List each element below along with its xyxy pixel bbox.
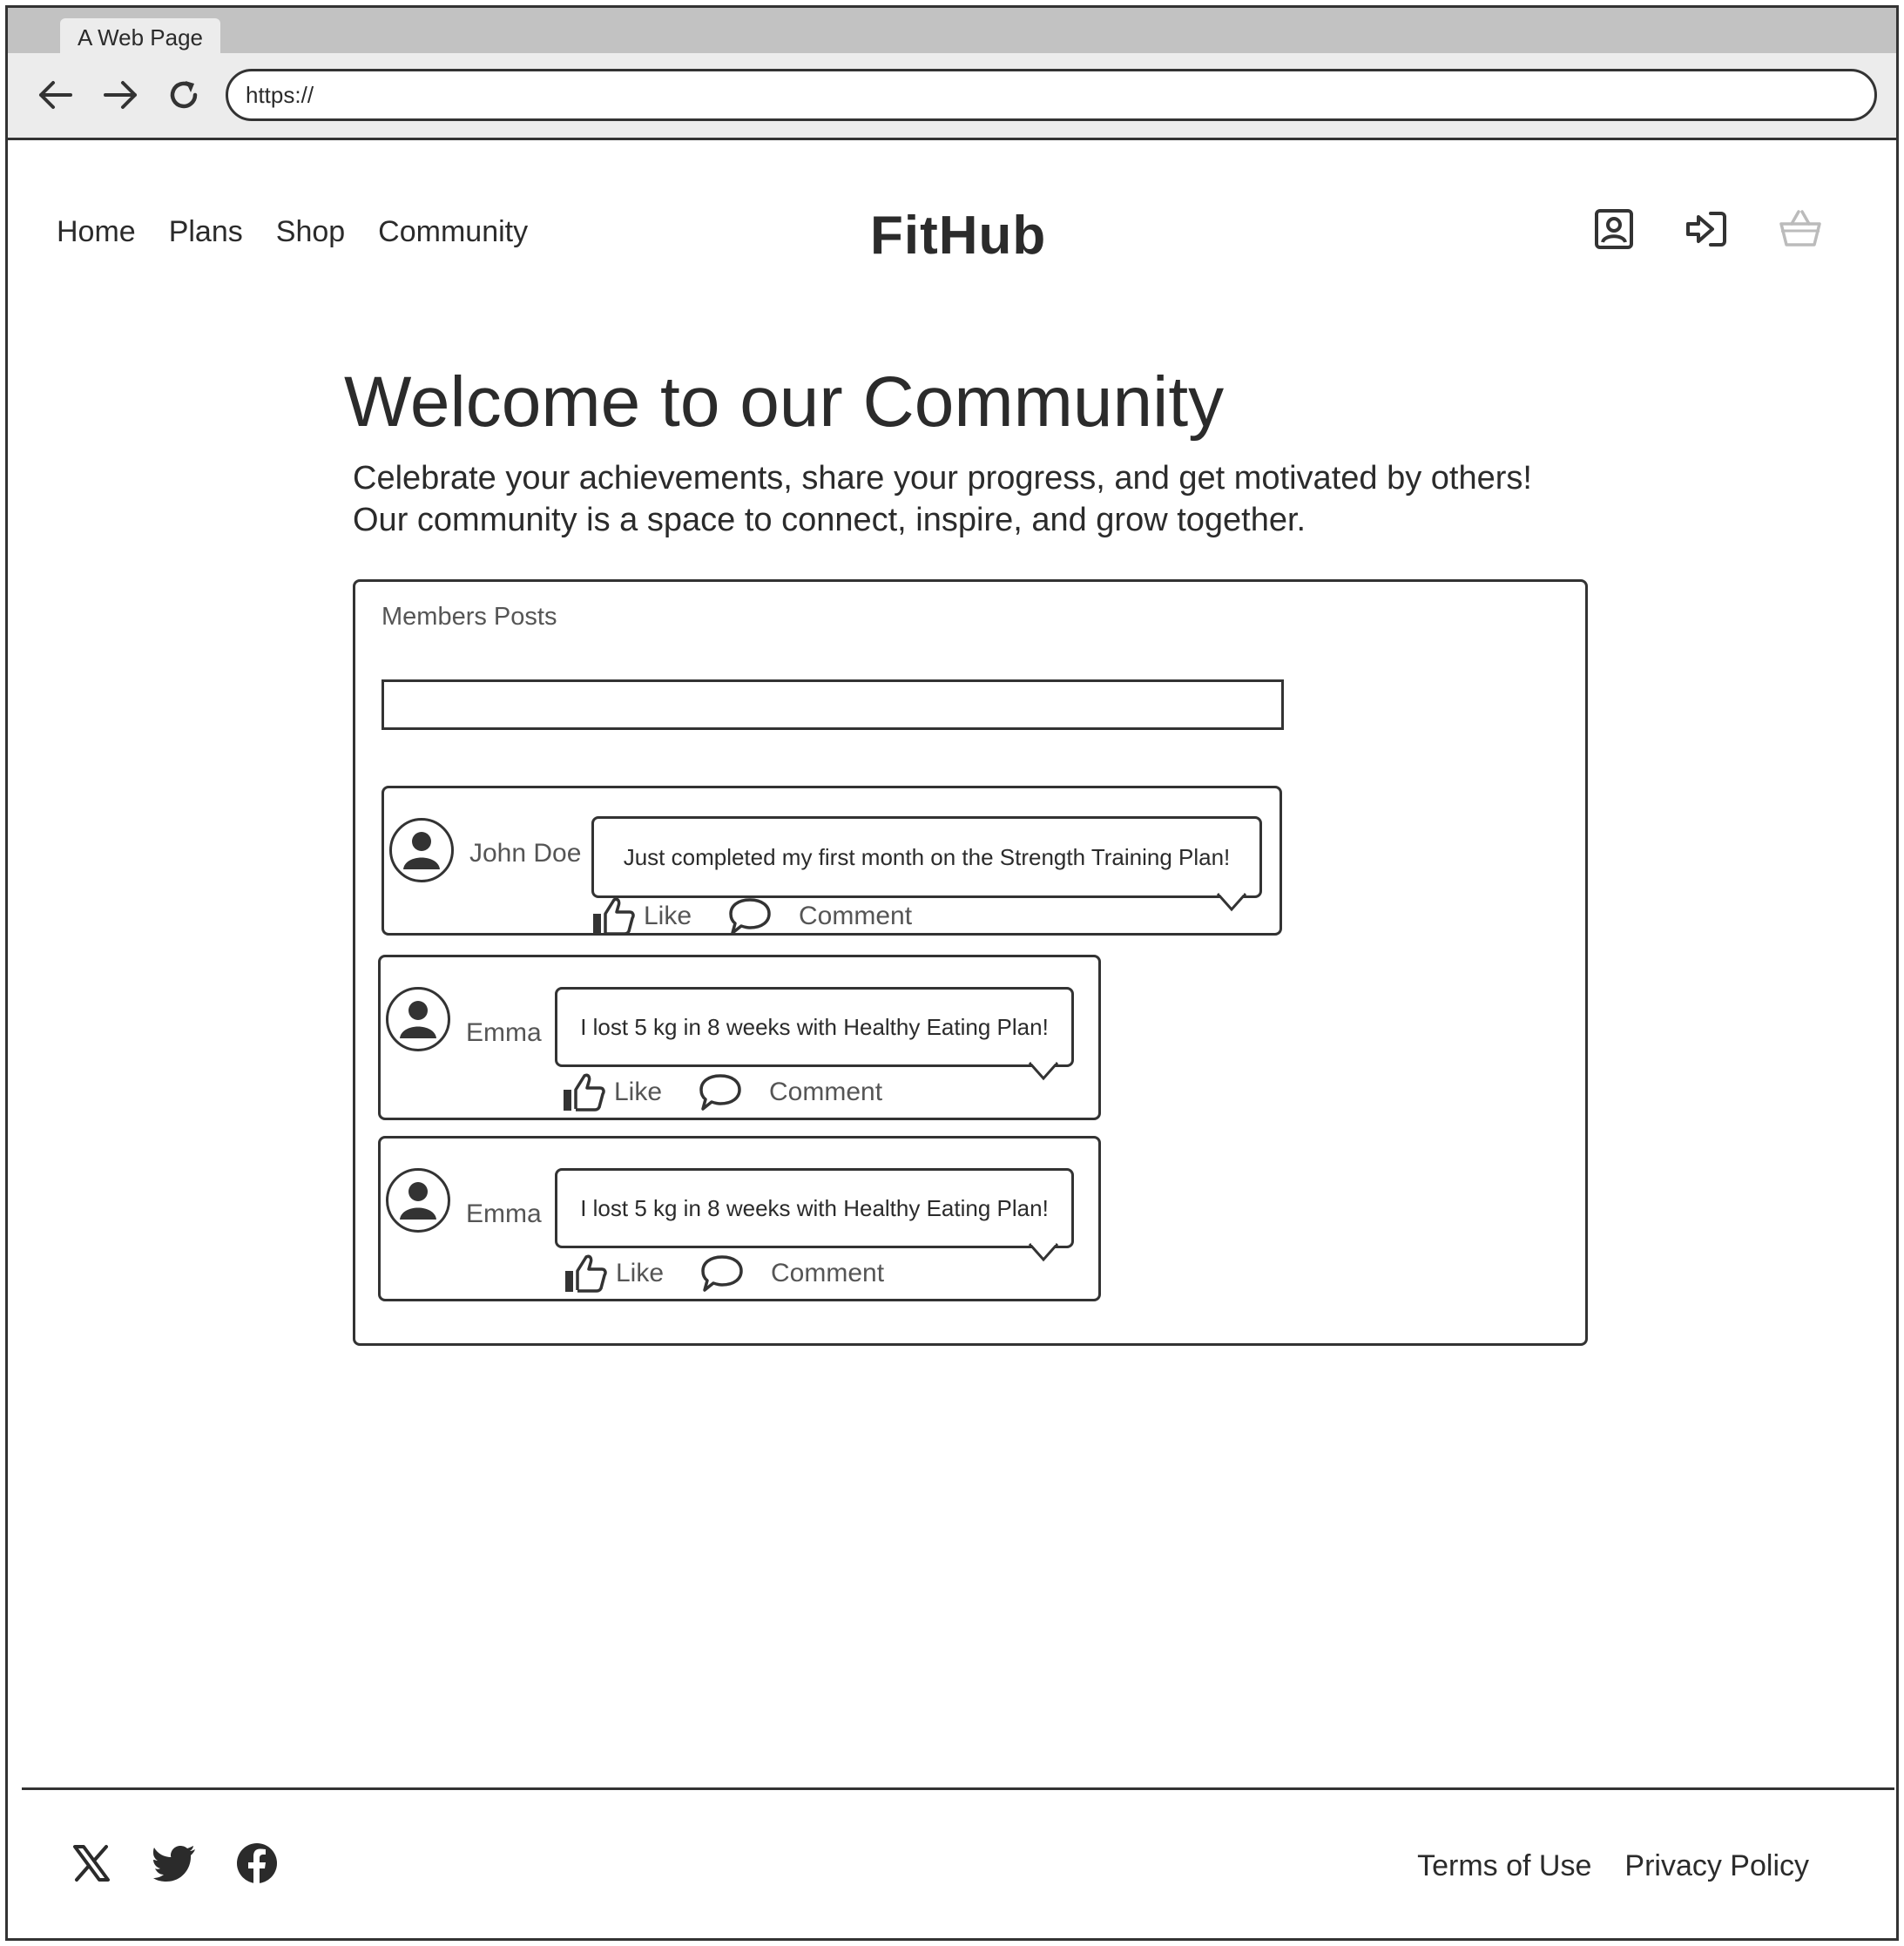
- twitter-icon[interactable]: [152, 1841, 198, 1886]
- comment-button[interactable]: Comment: [698, 1072, 882, 1112]
- browser-window: A Web Page https:// Home Plans Shop Comm…: [5, 5, 1899, 1941]
- like-label: Like: [614, 1078, 663, 1106]
- post-card: John Doe Just completed my first month o…: [381, 786, 1282, 936]
- page-subtitle: Celebrate your achievements, share your …: [353, 457, 1659, 541]
- comment-icon: [699, 1074, 741, 1111]
- sign-in-icon[interactable]: [1682, 205, 1731, 253]
- user-profile-icon[interactable]: [1590, 205, 1638, 253]
- post-text: I lost 5 kg in 8 weeks with Healthy Eati…: [580, 1194, 1049, 1221]
- comment-icon: [729, 898, 771, 935]
- url-bar[interactable]: https://: [226, 69, 1877, 121]
- footer-links: Terms of Use Privacy Policy: [1417, 1849, 1809, 1883]
- reload-icon[interactable]: [163, 74, 205, 116]
- panel-label: Members Posts: [381, 603, 557, 631]
- bubble-tail-icon: [1216, 892, 1247, 912]
- thumbs-up-icon: [564, 1073, 605, 1112]
- post-author[interactable]: Emma: [466, 1199, 542, 1229]
- new-post-input[interactable]: [381, 679, 1284, 730]
- like-button[interactable]: Like: [591, 896, 692, 936]
- nav-home[interactable]: Home: [57, 215, 136, 249]
- footer-divider: [22, 1787, 1894, 1790]
- nav-community[interactable]: Community: [378, 215, 528, 249]
- avatar[interactable]: [389, 818, 454, 882]
- terms-of-use-link[interactable]: Terms of Use: [1417, 1849, 1591, 1883]
- browser-chrome: A Web Page https://: [8, 8, 1896, 140]
- x-icon[interactable]: [69, 1841, 114, 1886]
- like-button[interactable]: Like: [564, 1253, 664, 1294]
- thumbs-up-icon: [593, 897, 635, 936]
- comment-button[interactable]: Comment: [727, 896, 912, 936]
- comment-button[interactable]: Comment: [699, 1253, 884, 1294]
- subtitle-line-2: Our community is a space to connect, ins…: [353, 502, 1306, 538]
- comment-label: Comment: [799, 902, 913, 930]
- nav-plans[interactable]: Plans: [169, 215, 243, 249]
- like-button[interactable]: Like: [562, 1072, 662, 1112]
- post-card: Emma I lost 5 kg in 8 weeks with Healthy…: [378, 1136, 1101, 1301]
- shopping-basket-icon[interactable]: [1776, 205, 1825, 253]
- privacy-policy-link[interactable]: Privacy Policy: [1624, 1849, 1809, 1883]
- site-logo[interactable]: FitHub: [870, 205, 1046, 267]
- bubble-tail-icon: [1028, 1242, 1059, 1262]
- post-author[interactable]: Emma: [466, 1018, 542, 1048]
- tab-strip: [8, 8, 1896, 53]
- post-text-bubble: Just completed my first month on the Str…: [591, 816, 1262, 912]
- thumbs-up-icon: [565, 1254, 607, 1293]
- comment-label: Comment: [771, 1259, 885, 1287]
- page-title: Welcome to our Community: [344, 362, 1225, 442]
- browser-tab[interactable]: A Web Page: [60, 18, 220, 57]
- members-posts-panel: Members Posts John Doe Just completed my…: [353, 579, 1588, 1346]
- post-text: I lost 5 kg in 8 weeks with Healthy Eati…: [580, 1013, 1049, 1040]
- comment-label: Comment: [769, 1078, 883, 1106]
- post-text: Just completed my first month on the Str…: [623, 843, 1231, 870]
- forward-icon[interactable]: [100, 74, 142, 116]
- avatar[interactable]: [386, 987, 450, 1051]
- main-nav: Home Plans Shop Community: [57, 215, 528, 249]
- post-text-bubble: I lost 5 kg in 8 weeks with Healthy Eati…: [555, 1168, 1074, 1262]
- subtitle-line-1: Celebrate your achievements, share your …: [353, 460, 1532, 497]
- like-label: Like: [616, 1259, 665, 1287]
- post-text-bubble: I lost 5 kg in 8 weeks with Healthy Eati…: [555, 987, 1074, 1081]
- back-icon[interactable]: [34, 74, 76, 116]
- comment-icon: [701, 1255, 743, 1292]
- avatar[interactable]: [386, 1168, 450, 1233]
- like-label: Like: [644, 902, 692, 930]
- nav-shop[interactable]: Shop: [276, 215, 345, 249]
- bubble-tail-icon: [1028, 1061, 1059, 1081]
- post-card: Emma I lost 5 kg in 8 weeks with Healthy…: [378, 955, 1101, 1120]
- post-author[interactable]: John Doe: [469, 839, 581, 868]
- facebook-icon[interactable]: [234, 1841, 280, 1886]
